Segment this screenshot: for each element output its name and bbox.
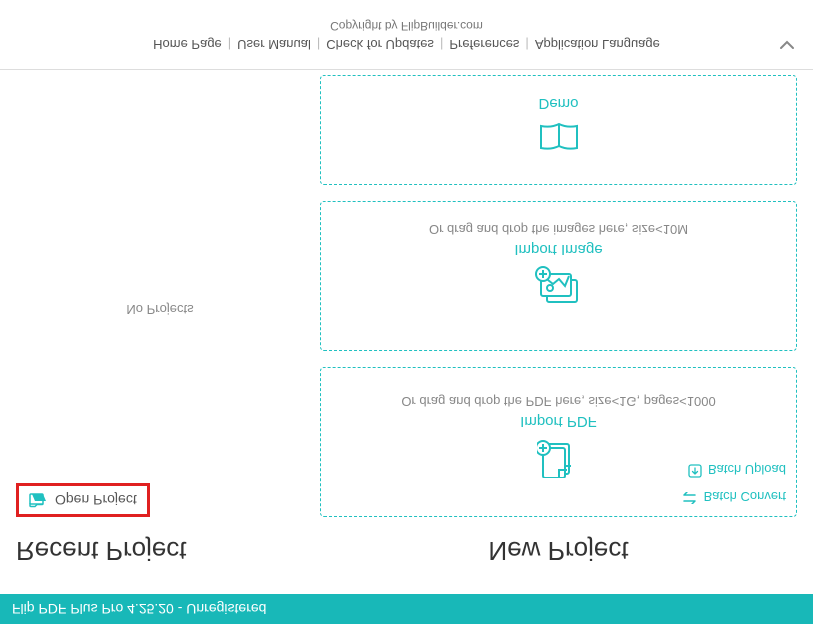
import-pdf-title: Import PDF (321, 413, 796, 430)
batch-upload-link[interactable]: Batch Upload (688, 461, 786, 478)
footer-prefs-link[interactable]: Preferences (449, 37, 519, 52)
recent-project-panel: Recent Project Open Project No Projects (0, 70, 320, 594)
chevron-down-icon (779, 40, 795, 50)
recent-project-heading: Recent Project (16, 535, 304, 566)
import-image-card[interactable]: Import Image Or drag and drop the images… (320, 201, 797, 351)
footer-updates-link[interactable]: Check for Updates (326, 37, 434, 52)
import-pdf-sub: Or drag and drop the PDF here, size<1G, … (321, 394, 796, 409)
window-title: Flip PDF Plus Pro 4.25.20 - Unregistered (12, 601, 266, 617)
swap-icon (682, 489, 698, 504)
footer-home-link[interactable]: Home Page (153, 37, 222, 52)
import-image-sub: Or drag and drop the images here, size<1… (321, 222, 796, 237)
separator: | (228, 37, 231, 52)
footer-manual-link[interactable]: User Manual (237, 37, 311, 52)
no-projects-text: No Projects (16, 302, 304, 317)
separator: | (440, 37, 443, 52)
import-pdf-card[interactable]: Batch Convert Batch Upload Import PDF (320, 367, 797, 517)
book-icon (321, 120, 796, 152)
footer: Home Page | User Manual | Check for Upda… (0, 2, 813, 70)
open-project-button[interactable]: Open Project (16, 483, 150, 517)
open-project-label: Open Project (55, 492, 137, 508)
footer-copyright: Copyright by FlipBuilder.com (330, 19, 483, 33)
new-project-panel: New Project Batch Convert Batch Upload (320, 70, 813, 594)
collapse-footer-button[interactable] (779, 35, 795, 53)
batch-convert-label: Batch Convert (704, 489, 786, 504)
demo-title: Demo (321, 95, 796, 112)
separator: | (317, 37, 320, 52)
footer-links: Home Page | User Manual | Check for Upda… (153, 37, 660, 52)
batch-convert-link[interactable]: Batch Convert (682, 489, 786, 504)
footer-lang-link[interactable]: Application Language (535, 37, 660, 52)
main-area: Recent Project Open Project No Projects … (0, 70, 813, 594)
folder-open-icon (29, 492, 47, 508)
demo-card[interactable]: Demo (320, 75, 797, 185)
window-titlebar: Flip PDF Plus Pro 4.25.20 - Unregistered (0, 594, 813, 624)
separator: | (525, 37, 528, 52)
image-icon (321, 266, 796, 304)
new-project-heading: New Project (320, 535, 797, 566)
import-image-title: Import Image (321, 241, 796, 258)
batch-upload-label: Batch Upload (708, 462, 786, 477)
upload-icon (688, 461, 702, 478)
